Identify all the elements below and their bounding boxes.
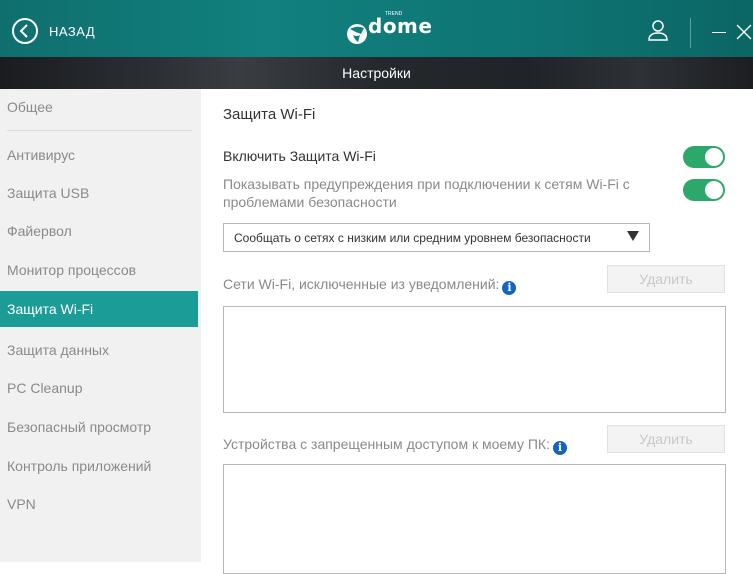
toggle-knob [705, 148, 723, 166]
titlebar-divider [690, 18, 691, 48]
excluded-networks-list[interactable] [223, 306, 726, 413]
sidebar-item-pc-cleanup[interactable]: PC Cleanup [0, 370, 198, 406]
sidebar-item-process-monitor[interactable]: Монитор процессов [0, 252, 198, 288]
toggle-knob [705, 181, 723, 199]
excluded-networks-label: Сети Wi-Fi, исключенные из уведомлений: i [223, 276, 517, 295]
title-bar: НАЗАД dome TREND [0, 0, 753, 57]
settings-header: Настройки [0, 57, 753, 89]
sidebar-item-vpn[interactable]: VPN [0, 486, 198, 522]
sidebar-divider [7, 130, 192, 131]
blocked-devices-list[interactable] [223, 464, 726, 574]
info-icon[interactable]: i [552, 441, 567, 455]
main-panel: Защита Wi-Fi Включить Защита Wi-Fi Показ… [201, 89, 753, 574]
user-icon[interactable] [647, 18, 669, 42]
sidebar-item-usb-protection[interactable]: Защита USB [0, 175, 198, 211]
sidebar: Общее Антивирус Защита USB Файервол Мони… [0, 89, 202, 562]
sidebar-item-wifi-protection[interactable]: Защита Wi-Fi [0, 291, 198, 327]
app-logo-text: dome [368, 14, 433, 38]
warnings-label: Показывать предупреждения при подключени… [223, 176, 630, 210]
sidebar-item-antivirus[interactable]: Антивирус [0, 137, 198, 173]
back-label[interactable]: НАЗАД [49, 24, 95, 39]
info-icon[interactable]: i [502, 281, 517, 295]
sidebar-item-firewall[interactable]: Файервол [0, 213, 198, 249]
notification-level-select[interactable]: Сообщать о сетях с низким или средним ур… [223, 223, 650, 252]
logo-icon [347, 24, 367, 44]
enable-wifi-label: Включить Защита Wi-Fi [223, 148, 376, 164]
dropdown-arrow-icon [627, 231, 639, 241]
warnings-toggle[interactable] [683, 179, 725, 201]
logo-brand: TREND [385, 11, 403, 17]
minimize-button[interactable] [712, 32, 726, 33]
select-value: Сообщать о сетях с низким или средним ур… [234, 231, 591, 245]
blocked-devices-label: Устройства с запрещенным доступом к моем… [223, 436, 567, 455]
page-title: Настройки [342, 65, 411, 81]
enable-wifi-toggle[interactable] [683, 146, 725, 168]
back-button[interactable] [12, 18, 38, 44]
sidebar-item-app-control[interactable]: Контроль приложений [0, 448, 198, 484]
delete-excluded-button[interactable]: Удалить [607, 265, 725, 293]
close-icon[interactable] [735, 22, 753, 42]
sidebar-item-general[interactable]: Общее [0, 89, 198, 125]
delete-devices-button[interactable]: Удалить [607, 425, 725, 453]
sidebar-item-safe-browsing[interactable]: Безопасный просмотр [0, 409, 198, 445]
section-title: Защита Wi-Fi [223, 106, 316, 123]
sidebar-item-data-protection[interactable]: Защита данных [0, 332, 198, 368]
chevron-left-icon [19, 24, 28, 38]
